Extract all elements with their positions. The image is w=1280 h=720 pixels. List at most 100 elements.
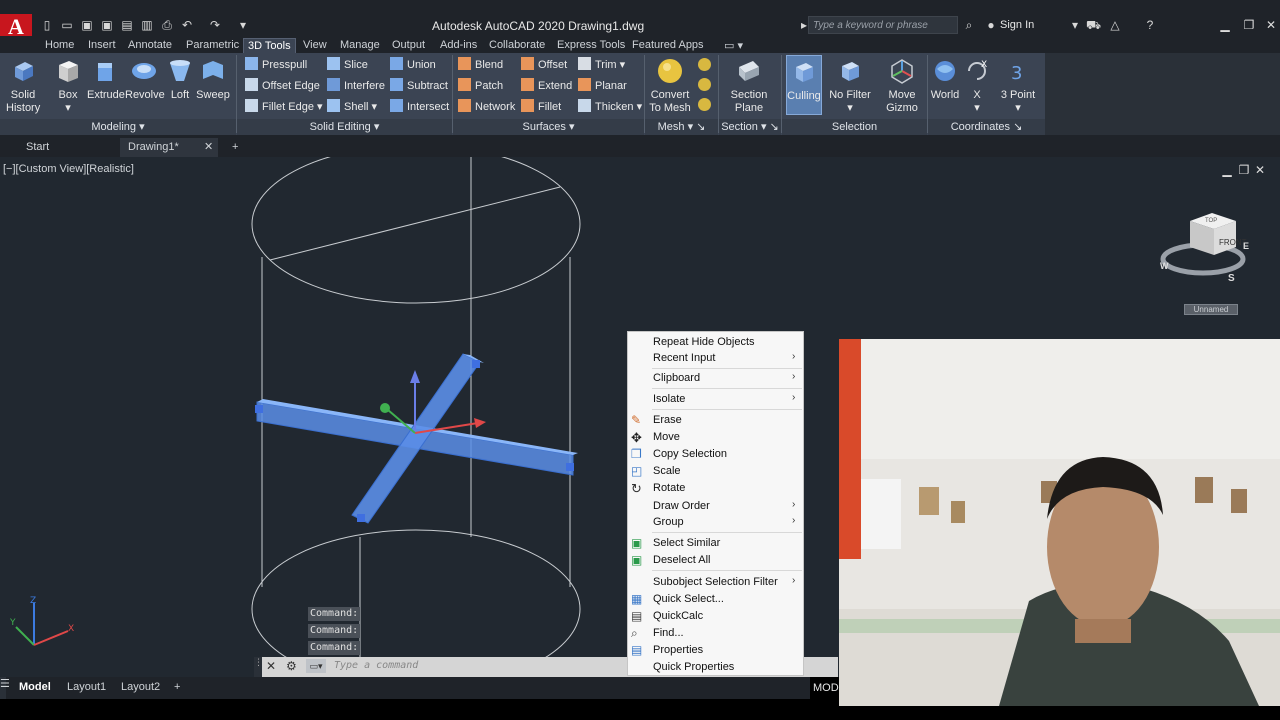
intersect-button[interactable]: Intersect	[390, 98, 449, 116]
menu-item-select-similar[interactable]: Select Similar	[653, 535, 720, 551]
start-tab[interactable]: Start	[18, 138, 118, 157]
command-customize-icon[interactable]: ⚙	[286, 659, 297, 673]
viewport-minimize-icon[interactable]: ▁	[1218, 161, 1236, 179]
slice-button[interactable]: Slice	[327, 56, 368, 74]
fillet-edge-button[interactable]: Fillet Edge ▾	[245, 98, 323, 116]
menu-item-erase[interactable]: Erase	[653, 412, 682, 428]
add-layout-button[interactable]: +	[174, 681, 180, 693]
open-web-icon[interactable]: ▤	[120, 18, 134, 32]
subtract-button[interactable]: Subtract	[390, 77, 448, 95]
menu-item-find[interactable]: Find...	[653, 625, 684, 641]
section-plane-button[interactable]: Section Plane	[726, 55, 772, 117]
tab-3d-tools[interactable]: 3D Tools	[243, 38, 296, 53]
open-icon[interactable]: ▭	[60, 18, 74, 32]
tab-add-ins[interactable]: Add-ins	[436, 38, 481, 53]
compass-west-label[interactable]: W	[1160, 261, 1169, 271]
layout-menu-icon[interactable]: ☰	[0, 677, 10, 699]
menu-item-scale[interactable]: Scale	[653, 463, 681, 479]
sign-in-dropdown-icon[interactable]: ▾	[1068, 18, 1082, 32]
move-gizmo-button[interactable]: Move Gizmo	[880, 55, 924, 117]
coordinates-panel-title[interactable]: Coordinates ↘	[928, 119, 1045, 135]
box-button[interactable]: Box ▾	[52, 55, 84, 117]
selection-panel-title[interactable]: Selection	[782, 119, 927, 135]
menu-item-deselect-all[interactable]: Deselect All	[653, 552, 710, 568]
autodesk-store-icon[interactable]: ⛟	[1086, 18, 1101, 32]
minimize-icon[interactable]: ▁	[1216, 16, 1234, 34]
mesh-panel-title[interactable]: Mesh ▾ ↘	[645, 119, 718, 135]
menu-item-subobject-selection-filter[interactable]: Subobject Selection Filter	[653, 574, 778, 590]
ucs-name-badge[interactable]: Unnamed	[1184, 304, 1238, 315]
blend-button[interactable]: Blend	[458, 56, 503, 74]
layout1-tab[interactable]: Layout1	[67, 681, 106, 693]
command-grip-icon[interactable]: ⋮	[254, 657, 263, 677]
menu-item-quick-properties[interactable]: Quick Properties	[653, 659, 734, 675]
offset-edge-button[interactable]: Offset Edge	[245, 77, 320, 95]
ucs-3point-button[interactable]: 3 3 Point ▾	[998, 55, 1038, 117]
menu-item-repeat-hide-objects[interactable]: Repeat Hide Objects	[653, 334, 755, 350]
plot-icon[interactable]: ⎙	[160, 18, 174, 32]
tab-parametric[interactable]: Parametric	[182, 38, 243, 53]
customize-qat-icon[interactable]: ▾	[236, 18, 250, 32]
menu-item-draw-order[interactable]: Draw Order	[653, 498, 710, 514]
no-filter-button[interactable]: No Filter ▾	[828, 55, 872, 117]
menu-item-properties[interactable]: Properties	[653, 642, 703, 658]
presspull-button[interactable]: Presspull	[245, 56, 307, 74]
menu-item-group[interactable]: Group	[653, 514, 684, 530]
a360-icon[interactable]: △	[1108, 18, 1122, 32]
tab-collaborate[interactable]: Collaborate	[485, 38, 549, 53]
section-panel-title[interactable]: Section ▾ ↘	[719, 119, 781, 135]
menu-item-recent-input[interactable]: Recent Input	[653, 350, 715, 366]
ucs-3point-dropdown-icon[interactable]: ▾	[1015, 102, 1021, 114]
restore-icon[interactable]: ❐	[1240, 16, 1258, 34]
no-filter-dropdown-icon[interactable]: ▾	[847, 102, 853, 114]
menu-item-clipboard[interactable]: Clipboard	[653, 370, 700, 386]
save-as-icon[interactable]: ▣	[100, 18, 114, 32]
recent-commands-icon[interactable]: ▭▾	[306, 659, 326, 673]
extend-button[interactable]: Extend	[521, 77, 572, 95]
smooth-less-icon[interactable]	[698, 78, 711, 91]
ucs-world-button[interactable]: World	[930, 55, 960, 117]
sweep-button[interactable]: Sweep	[196, 55, 230, 117]
menu-item-quickcalc[interactable]: QuickCalc	[653, 608, 703, 624]
interfere-button[interactable]: Interfere	[327, 77, 385, 95]
command-input[interactable]: Type a command	[334, 660, 418, 671]
sign-in-button[interactable]: Sign In	[1000, 19, 1034, 31]
close-icon[interactable]: ✕	[1262, 16, 1280, 34]
tab-express-tools[interactable]: Express Tools	[553, 38, 629, 53]
help-icon[interactable]: ?	[1143, 18, 1157, 32]
trim-button[interactable]: Trim ▾	[578, 56, 625, 74]
solid-history-button[interactable]: Solid History	[3, 55, 43, 117]
ribbon-minimize-icon[interactable]: ▭ ▾	[720, 38, 747, 53]
command-close-icon[interactable]: ✕	[266, 659, 276, 673]
tab-output[interactable]: Output	[388, 38, 429, 53]
help-search-input[interactable]: Type a keyword or phrase	[808, 16, 958, 34]
menu-item-quick-select[interactable]: Quick Select...	[653, 591, 724, 607]
viewport-close-icon[interactable]: ✕	[1251, 161, 1269, 179]
network-button[interactable]: Network	[458, 98, 515, 116]
extrude-button[interactable]: Extrude	[87, 55, 125, 117]
convert-to-mesh-button[interactable]: Convert To Mesh	[648, 55, 692, 117]
viewcube-top-label[interactable]: TOP	[1205, 218, 1217, 224]
tab-view[interactable]: View	[299, 38, 331, 53]
revolve-button[interactable]: Revolve	[125, 55, 165, 117]
patch-button[interactable]: Patch	[458, 77, 503, 95]
compass-south-label[interactable]: S	[1228, 273, 1235, 284]
undo-icon[interactable]: ↶	[180, 18, 194, 32]
tab-annotate[interactable]: Annotate	[124, 38, 176, 53]
menu-item-rotate[interactable]: Rotate	[653, 480, 685, 496]
modeling-panel-title[interactable]: Modeling ▾	[0, 119, 236, 135]
tab-insert[interactable]: Insert	[84, 38, 120, 53]
thicken-button[interactable]: Thicken ▾	[578, 98, 642, 116]
viewport-controls-label[interactable]: [−][Custom View][Realistic]	[3, 163, 134, 175]
close-tab-icon[interactable]: ✕	[204, 138, 213, 157]
redo-icon[interactable]: ↷	[208, 18, 222, 32]
ucs-x-button[interactable]: X X ▾	[963, 55, 991, 117]
loft-button[interactable]: Loft	[166, 55, 194, 117]
menu-item-isolate[interactable]: Isolate	[653, 391, 685, 407]
tab-featured-apps[interactable]: Featured Apps	[628, 38, 708, 53]
model-tab[interactable]: Model	[19, 681, 51, 693]
culling-button[interactable]: Culling	[786, 55, 822, 115]
ucs-x-dropdown-icon[interactable]: ▾	[974, 102, 980, 114]
menu-item-move[interactable]: Move	[653, 429, 680, 445]
solid-editing-panel-title[interactable]: Solid Editing ▾	[237, 119, 452, 135]
